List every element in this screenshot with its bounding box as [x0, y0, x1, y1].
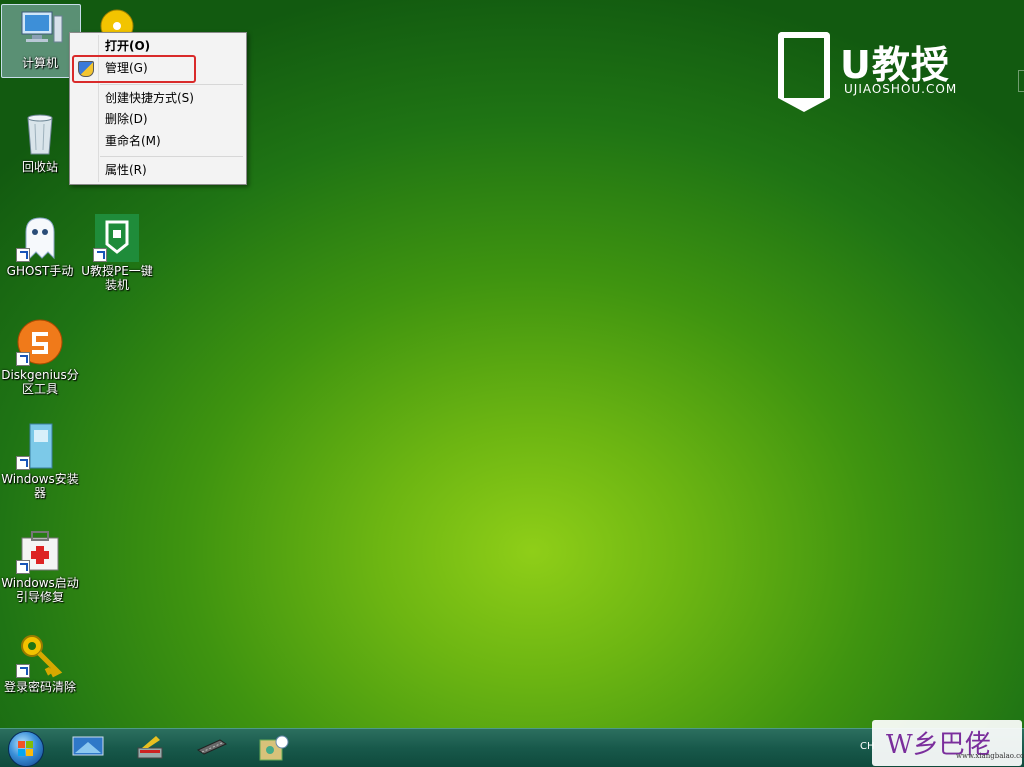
taskbar: CH: [0, 728, 1024, 767]
desktop-icon-diskgenius[interactable]: Diskgenius分区工具: [1, 318, 79, 396]
key-icon: [16, 630, 64, 678]
recycle-bin-icon: [16, 110, 64, 158]
taskbar-desktop-app-icon[interactable]: [72, 734, 104, 760]
start-button[interactable]: [8, 731, 44, 767]
desktop-icon-label: 计算机: [21, 56, 58, 70]
brand-logo: U教授 UJIAOSHOU.COM: [778, 32, 988, 112]
edge-tab: [1018, 70, 1024, 92]
shortcut-arrow-icon: [16, 560, 30, 574]
taskbar-memory-tool-icon[interactable]: [196, 734, 228, 760]
desktop-icon-label: 登录密码清除: [3, 680, 76, 694]
shortcut-arrow-icon: [16, 664, 30, 678]
first-aid-kit-icon: [16, 526, 64, 574]
shortcut-arrow-icon: [16, 248, 30, 262]
shortcut-arrow-icon: [93, 248, 107, 262]
ghost-icon: [16, 214, 64, 262]
menu-item-properties[interactable]: 属性(R): [105, 160, 147, 180]
brand-badge-icon: [778, 32, 830, 112]
desktop-icon-label: GHOST手动: [6, 264, 74, 278]
desktop-icon-label: Diskgenius分区工具: [1, 368, 79, 396]
desktop-icon-label: U教授PE一键装机: [81, 264, 153, 292]
context-menu: 打开(O) 管理(G) 创建快捷方式(S) 删除(D) 重命名(M) 属性(R): [69, 32, 247, 185]
desktop-icon-ujiaoshou-pe[interactable]: U教授PE一键装机: [78, 214, 156, 292]
desktop-icon-windows-installer[interactable]: Windows安装器: [1, 422, 79, 500]
watermark-logo: W乡巴佬 www.xiangbalao.com: [872, 720, 1024, 766]
watermark-url: www.xiangbalao.com: [956, 752, 1024, 760]
menu-item-delete[interactable]: 删除(D): [105, 109, 148, 129]
desktop-icon-boot-repair[interactable]: Windows启动引导修复: [1, 526, 79, 604]
desktop-icon-ghost[interactable]: GHOST手动: [1, 214, 79, 278]
desktop-icon-recycle-bin[interactable]: 回收站: [1, 110, 79, 174]
taskbar-disk-tool-icon[interactable]: [134, 734, 164, 760]
shortcut-arrow-icon: [16, 456, 30, 470]
menu-item-open[interactable]: 打开(O): [105, 36, 150, 56]
ujiaoshou-icon: [93, 214, 141, 262]
desktop-icon-label: 回收站: [21, 160, 58, 174]
shortcut-arrow-icon: [16, 352, 30, 366]
windows-installer-icon: [16, 422, 64, 470]
windows-flag-icon: [18, 741, 34, 757]
desktop-icon-label: Windows安装器: [1, 472, 79, 500]
brand-url: UJIAOSHOU.COM: [844, 82, 958, 96]
uac-shield-icon: [78, 61, 94, 77]
diskgenius-icon: [16, 318, 64, 366]
desktop-icon-computer[interactable]: 计算机: [1, 4, 81, 78]
computer-icon: [16, 6, 64, 54]
menu-item-manage[interactable]: 管理(G): [105, 58, 148, 78]
desktop-icon-label: Windows启动引导修复: [1, 576, 79, 604]
brand-name: U教授: [840, 43, 950, 87]
desktop-icon-password-clear[interactable]: 登录密码清除: [1, 630, 79, 694]
menu-separator: [100, 84, 243, 85]
menu-separator: [100, 156, 243, 157]
menu-item-create-shortcut[interactable]: 创建快捷方式(S): [105, 88, 194, 108]
menu-item-rename[interactable]: 重命名(M): [105, 131, 161, 151]
taskbar-settings-tool-icon[interactable]: [258, 734, 289, 761]
